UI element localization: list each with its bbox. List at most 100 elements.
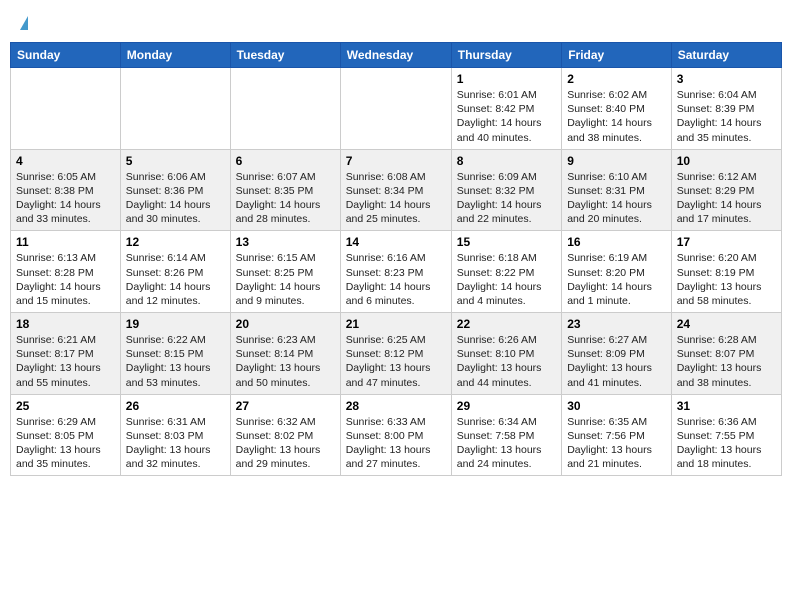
day-number: 18 bbox=[16, 317, 115, 331]
calendar-cell: 23 Sunrise: 6:27 AMSunset: 8:09 PMDayligh… bbox=[562, 313, 672, 395]
calendar-week-row: 1 Sunrise: 6:01 AMSunset: 8:42 PMDaylight… bbox=[11, 68, 782, 150]
day-info: Sunrise: 6:02 AMSunset: 8:40 PMDaylight:… bbox=[567, 88, 666, 145]
day-number: 29 bbox=[457, 399, 556, 413]
calendar-table: SundayMondayTuesdayWednesdayThursdayFrid… bbox=[10, 42, 782, 476]
day-number: 23 bbox=[567, 317, 666, 331]
day-info: Sunrise: 6:22 AMSunset: 8:15 PMDaylight:… bbox=[126, 333, 225, 390]
calendar-cell bbox=[11, 68, 121, 150]
calendar-cell: 15 Sunrise: 6:18 AMSunset: 8:22 PMDayligh… bbox=[451, 231, 561, 313]
day-info: Sunrise: 6:34 AMSunset: 7:58 PMDaylight:… bbox=[457, 415, 556, 472]
day-info: Sunrise: 6:31 AMSunset: 8:03 PMDaylight:… bbox=[126, 415, 225, 472]
calendar-cell: 9Sunrise: 6:10 AMSunset: 8:31 PMDaylight… bbox=[562, 149, 672, 231]
day-number: 1 bbox=[457, 72, 556, 86]
day-number: 7 bbox=[346, 154, 446, 168]
day-info: Sunrise: 6:28 AMSunset: 8:07 PMDaylight:… bbox=[677, 333, 776, 390]
calendar-week-row: 25Sunrise: 6:29 AMSunset: 8:05 PMDayligh… bbox=[11, 394, 782, 476]
day-number: 5 bbox=[126, 154, 225, 168]
day-info: Sunrise: 6:04 AMSunset: 8:39 PMDaylight:… bbox=[677, 88, 776, 145]
day-number: 30 bbox=[567, 399, 666, 413]
calendar-cell: 3Sunrise: 6:04 AMSunset: 8:39 PMDaylight… bbox=[671, 68, 781, 150]
day-info: Sunrise: 6:23 AMSunset: 8:14 PMDaylight:… bbox=[236, 333, 335, 390]
calendar-cell: 29 Sunrise: 6:34 AMSunset: 7:58 PMDayligh… bbox=[451, 394, 561, 476]
calendar-cell: 1 Sunrise: 6:01 AMSunset: 8:42 PMDaylight… bbox=[451, 68, 561, 150]
day-info: Sunrise: 6:27 AMSunset: 8:09 PMDaylight:… bbox=[567, 333, 666, 390]
day-info: Sunrise: 6:25 AMSunset: 8:12 PMDaylight:… bbox=[346, 333, 446, 390]
calendar-cell: 7 Sunrise: 6:08 AMSunset: 8:34 PMDaylight… bbox=[340, 149, 451, 231]
calendar-cell: 24 Sunrise: 6:28 AMSunset: 8:07 PMDayligh… bbox=[671, 313, 781, 395]
day-info: Sunrise: 6:16 AMSunset: 8:23 PMDaylight:… bbox=[346, 251, 446, 308]
day-info: Sunrise: 6:07 AMSunset: 8:35 PMDaylight:… bbox=[236, 170, 335, 227]
day-info: Sunrise: 6:10 AMSunset: 8:31 PMDaylight:… bbox=[567, 170, 666, 227]
calendar-cell: 6 Sunrise: 6:07 AMSunset: 8:35 PMDaylight… bbox=[230, 149, 340, 231]
weekday-header-wednesday: Wednesday bbox=[340, 43, 451, 68]
day-number: 25 bbox=[16, 399, 115, 413]
logo bbox=[18, 16, 28, 30]
day-info: Sunrise: 6:33 AMSunset: 8:00 PMDaylight:… bbox=[346, 415, 446, 472]
day-number: 2 bbox=[567, 72, 666, 86]
calendar-cell: 14 Sunrise: 6:16 AMSunset: 8:23 PMDayligh… bbox=[340, 231, 451, 313]
day-number: 26 bbox=[126, 399, 225, 413]
calendar-cell: 8 Sunrise: 6:09 AMSunset: 8:32 PMDaylight… bbox=[451, 149, 561, 231]
day-info: Sunrise: 6:18 AMSunset: 8:22 PMDaylight:… bbox=[457, 251, 556, 308]
day-info: Sunrise: 6:13 AMSunset: 8:28 PMDaylight:… bbox=[16, 251, 115, 308]
day-number: 20 bbox=[236, 317, 335, 331]
day-number: 14 bbox=[346, 235, 446, 249]
calendar-cell: 20 Sunrise: 6:23 AMSunset: 8:14 PMDayligh… bbox=[230, 313, 340, 395]
weekday-header-friday: Friday bbox=[562, 43, 672, 68]
day-number: 11 bbox=[16, 235, 115, 249]
calendar-cell: 25Sunrise: 6:29 AMSunset: 8:05 PMDayligh… bbox=[11, 394, 121, 476]
day-info: Sunrise: 6:32 AMSunset: 8:02 PMDaylight:… bbox=[236, 415, 335, 472]
page-header bbox=[10, 10, 782, 36]
calendar-cell: 21 Sunrise: 6:25 AMSunset: 8:12 PMDayligh… bbox=[340, 313, 451, 395]
logo-triangle-icon bbox=[20, 16, 28, 30]
calendar-cell bbox=[340, 68, 451, 150]
calendar-cell bbox=[230, 68, 340, 150]
calendar-cell: 30Sunrise: 6:35 AMSunset: 7:56 PMDayligh… bbox=[562, 394, 672, 476]
day-number: 8 bbox=[457, 154, 556, 168]
day-number: 15 bbox=[457, 235, 556, 249]
calendar-cell: 2 Sunrise: 6:02 AMSunset: 8:40 PMDaylight… bbox=[562, 68, 672, 150]
day-number: 27 bbox=[236, 399, 335, 413]
day-info: Sunrise: 6:05 AMSunset: 8:38 PMDaylight:… bbox=[16, 170, 115, 227]
day-number: 4 bbox=[16, 154, 115, 168]
weekday-header-tuesday: Tuesday bbox=[230, 43, 340, 68]
calendar-week-row: 4 Sunrise: 6:05 AMSunset: 8:38 PMDaylight… bbox=[11, 149, 782, 231]
day-info: Sunrise: 6:19 AMSunset: 8:20 PMDaylight:… bbox=[567, 251, 666, 308]
calendar-week-row: 18Sunrise: 6:21 AMSunset: 8:17 PMDayligh… bbox=[11, 313, 782, 395]
day-number: 13 bbox=[236, 235, 335, 249]
day-number: 21 bbox=[346, 317, 446, 331]
day-number: 12 bbox=[126, 235, 225, 249]
calendar-cell: 5Sunrise: 6:06 AMSunset: 8:36 PMDaylight… bbox=[120, 149, 230, 231]
day-info: Sunrise: 6:01 AMSunset: 8:42 PMDaylight:… bbox=[457, 88, 556, 145]
calendar-cell: 10 Sunrise: 6:12 AMSunset: 8:29 PMDayligh… bbox=[671, 149, 781, 231]
day-number: 16 bbox=[567, 235, 666, 249]
day-info: Sunrise: 6:36 AMSunset: 7:55 PMDaylight:… bbox=[677, 415, 776, 472]
calendar-cell: 12Sunrise: 6:14 AMSunset: 8:26 PMDayligh… bbox=[120, 231, 230, 313]
calendar-cell: 19Sunrise: 6:22 AMSunset: 8:15 PMDayligh… bbox=[120, 313, 230, 395]
day-number: 28 bbox=[346, 399, 446, 413]
day-info: Sunrise: 6:20 AMSunset: 8:19 PMDaylight:… bbox=[677, 251, 776, 308]
day-number: 22 bbox=[457, 317, 556, 331]
day-number: 17 bbox=[677, 235, 776, 249]
calendar-cell: 17 Sunrise: 6:20 AMSunset: 8:19 PMDayligh… bbox=[671, 231, 781, 313]
calendar-week-row: 11 Sunrise: 6:13 AMSunset: 8:28 PMDayligh… bbox=[11, 231, 782, 313]
calendar-cell: 11 Sunrise: 6:13 AMSunset: 8:28 PMDayligh… bbox=[11, 231, 121, 313]
calendar-cell: 31 Sunrise: 6:36 AMSunset: 7:55 PMDayligh… bbox=[671, 394, 781, 476]
weekday-header-thursday: Thursday bbox=[451, 43, 561, 68]
calendar-cell: 13Sunrise: 6:15 AMSunset: 8:25 PMDayligh… bbox=[230, 231, 340, 313]
day-number: 31 bbox=[677, 399, 776, 413]
calendar-cell: 22Sunrise: 6:26 AMSunset: 8:10 PMDayligh… bbox=[451, 313, 561, 395]
day-number: 6 bbox=[236, 154, 335, 168]
calendar-cell: 4 Sunrise: 6:05 AMSunset: 8:38 PMDaylight… bbox=[11, 149, 121, 231]
day-number: 10 bbox=[677, 154, 776, 168]
calendar-cell: 18Sunrise: 6:21 AMSunset: 8:17 PMDayligh… bbox=[11, 313, 121, 395]
day-info: Sunrise: 6:09 AMSunset: 8:32 PMDaylight:… bbox=[457, 170, 556, 227]
weekday-header-sunday: Sunday bbox=[11, 43, 121, 68]
calendar-cell bbox=[120, 68, 230, 150]
calendar-cell: 26 Sunrise: 6:31 AMSunset: 8:03 PMDayligh… bbox=[120, 394, 230, 476]
weekday-header-saturday: Saturday bbox=[671, 43, 781, 68]
day-info: Sunrise: 6:12 AMSunset: 8:29 PMDaylight:… bbox=[677, 170, 776, 227]
calendar-cell: 28 Sunrise: 6:33 AMSunset: 8:00 PMDayligh… bbox=[340, 394, 451, 476]
day-info: Sunrise: 6:08 AMSunset: 8:34 PMDaylight:… bbox=[346, 170, 446, 227]
day-number: 24 bbox=[677, 317, 776, 331]
